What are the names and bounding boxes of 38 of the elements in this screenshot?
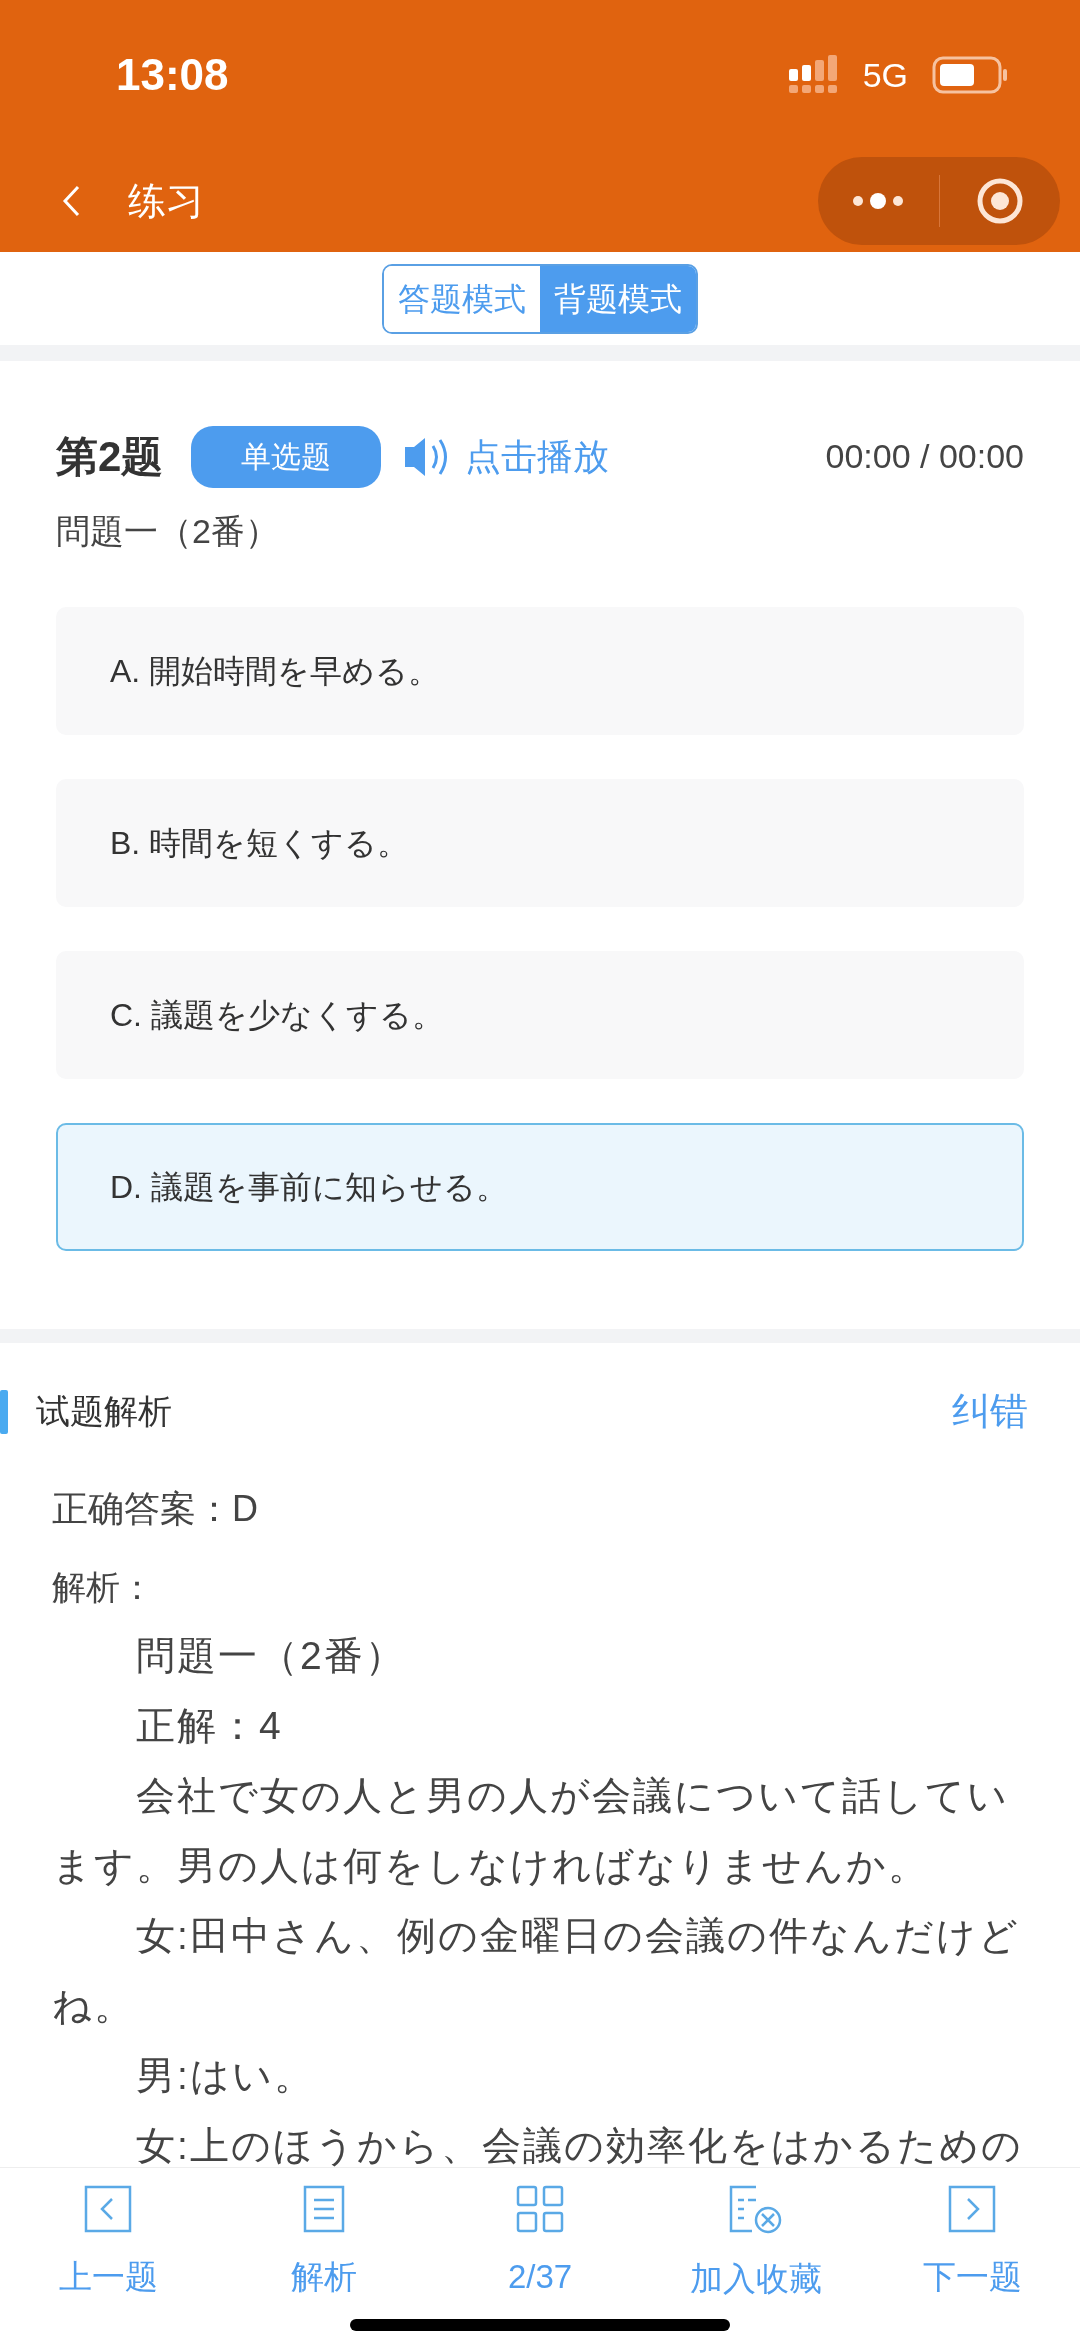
- grid-icon: [515, 2184, 565, 2234]
- bottom-nav-item[interactable]: 上一题: [0, 2168, 216, 2337]
- page-title: 练习: [128, 178, 204, 224]
- question-subtitle: 問題一（2番）: [56, 511, 280, 552]
- accent-bar: [0, 1389, 8, 1434]
- mode-tab[interactable]: 背题模式: [540, 265, 696, 332]
- bottom-nav-item[interactable]: 解析: [216, 2168, 432, 2337]
- report-error-link[interactable]: 纠错: [952, 1383, 1028, 1440]
- target-icon[interactable]: [975, 177, 1024, 225]
- analysis-paragraph: 問題一（2番）: [135, 1633, 407, 1679]
- section-title: 试题解析: [36, 1391, 172, 1432]
- analysis-paragraph: 女:上のほうから、会議の効率化をはかるための: [135, 2123, 1024, 2167]
- document-icon: [302, 2184, 346, 2234]
- answer-option[interactable]: D. 議題を事前に知らせる。: [56, 1123, 1024, 1251]
- answer-option[interactable]: B. 時間を短くする。: [56, 779, 1024, 907]
- question-number: 第2题: [56, 432, 164, 482]
- analysis-label: 解析：: [52, 1567, 155, 1608]
- chevron-right-icon: [947, 2184, 997, 2234]
- bottom-nav-item[interactable]: 下一题: [864, 2168, 1080, 2337]
- chevron-left-icon: [83, 2184, 133, 2234]
- answer-option[interactable]: A. 開始時間を早める。: [56, 607, 1024, 735]
- status-time: 13:08: [116, 49, 229, 101]
- bottom-nav-item[interactable]: 加入收藏: [648, 2168, 864, 2337]
- correct-answer: 正确答案：D: [52, 1487, 259, 1531]
- document-cancel-icon: [728, 2184, 784, 2236]
- analysis-paragraph: 女:田中さん、例の金曜日の会議の件なんだけどね。: [52, 1913, 1021, 2029]
- answer-option[interactable]: C. 議題を少なくする。: [56, 951, 1024, 1079]
- analysis-paragraph: 男:はい。: [135, 2053, 316, 2099]
- audio-time: 00:00 / 00:00: [825, 436, 1024, 477]
- more-icon[interactable]: [851, 192, 906, 210]
- play-button[interactable]: 点击播放: [403, 429, 610, 484]
- question-type-tag: 单选题: [191, 425, 382, 488]
- analysis-paragraph: 会社で女の人と男の人が会議について話しています。男の人は何をしなければなりませんか。: [52, 1773, 1010, 1889]
- back-icon[interactable]: [60, 183, 82, 219]
- analysis-paragraph: 正解：4: [135, 1703, 284, 1749]
- network-label: 5G: [862, 54, 908, 96]
- bottom-nav-item[interactable]: 2/37: [432, 2168, 648, 2337]
- battery-icon: [932, 56, 1008, 94]
